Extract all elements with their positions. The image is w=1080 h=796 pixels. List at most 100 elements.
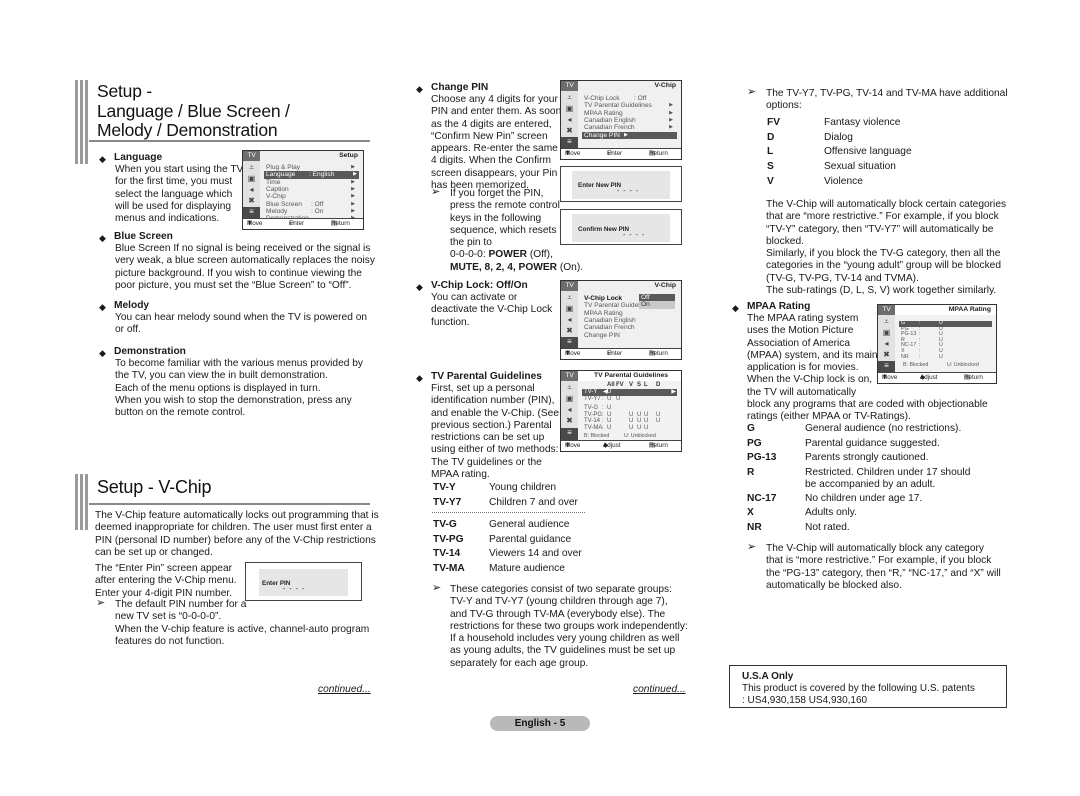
menu-item-canadian-french[interactable]: Canadian French ▶ — [584, 124, 675, 131]
change-pin-text: Choose any 4 digits for your PIN and ent… — [431, 94, 562, 192]
menu-item-caption[interactable]: Caption ▶ — [266, 186, 357, 193]
bullet-heading: V-Chip Lock: Off/On — [431, 280, 528, 291]
picture-icon: ▣ — [565, 304, 574, 313]
legend-unblocked: U: Unblocked — [947, 362, 979, 368]
legend-blocked: B: Blocked — [584, 433, 610, 439]
new-pin-input-dots[interactable]: - - - - — [617, 186, 639, 198]
rating-value[interactable]: U — [939, 354, 943, 361]
rating-cell[interactable]: U — [607, 389, 611, 396]
rating-cell[interactable]: U — [637, 425, 641, 432]
language-text: When you start using the TV for the firs… — [115, 164, 244, 225]
continued-link-left[interactable]: continued... — [318, 684, 371, 696]
option-description: Violence — [824, 175, 863, 187]
guideline-row[interactable]: TV-Y ◀ ▶ U — [582, 389, 677, 396]
title-line: Language / Blue Screen / — [97, 100, 290, 121]
confirm-new-pin-screen: Confirm New PIN - - - - — [560, 209, 682, 245]
tv-tab: TV — [243, 151, 260, 161]
sound-icon: ◂ — [884, 339, 889, 348]
rating-description: Mature audience — [489, 563, 565, 575]
channel-icon: ✖ — [566, 126, 573, 135]
bullet-heading: Language — [114, 152, 163, 163]
default-pin-text: The default PIN number for a new TV set … — [115, 599, 370, 647]
menu-item-change-pin[interactable]: Change PIN — [584, 332, 675, 339]
menu-item-melody[interactable]: Melody: On ▶ — [266, 208, 357, 215]
menu-item-mpaa[interactable]: MPAA Rating ▶ — [584, 110, 675, 117]
usa-notice-title: U.S.A Only — [742, 671, 794, 682]
guidelines-grid: All FV V S L D TV-Y ◀ ▶ U TV-Y7: U U TV-G: U TV-PG: U U U U… — [578, 381, 681, 440]
menu-item-canadian-french[interactable]: Canadian French — [584, 324, 675, 331]
menu-title: TV Parental Guidelines — [594, 372, 669, 379]
bullet-heading: MPAA Rating — [747, 301, 811, 312]
option-code: FV — [767, 117, 781, 128]
separator: : — [602, 396, 604, 402]
title-line: Melody / Demonstration — [97, 120, 278, 140]
menu-item-change-pin[interactable]: Change PIN ▶ — [582, 131, 677, 139]
section-bars-decoration — [75, 474, 89, 530]
rating-code: R — [747, 466, 755, 478]
antenna-icon: ⩡ — [567, 383, 572, 392]
bullet-diamond-icon: ◆ — [416, 282, 423, 292]
confirm-pin-input-dots[interactable]: - - - - — [623, 230, 645, 242]
rating-code: TV-Y7 — [433, 496, 462, 508]
note-arrow-icon: ➢ — [96, 597, 106, 609]
title-line: Setup - — [97, 81, 153, 101]
vchip-lock-dropdown-option-on[interactable]: On — [639, 301, 675, 309]
grid-column-header: FV — [616, 382, 624, 388]
menu-item-time[interactable]: Time ▶ — [266, 179, 357, 186]
menu-item-tv-parental[interactable]: TV Parental Guidelines ▶ — [584, 102, 675, 109]
vchip-lock-dropdown-option-off[interactable]: Off — [639, 294, 675, 302]
rating-label: TV-Y7 — [584, 396, 601, 402]
rating-cell[interactable]: U — [607, 396, 611, 403]
rating-code: TV-MA — [433, 563, 465, 575]
vchip-menu-change-pin-screen: TV ⩡ ▣ ◂ ✖ ≡ V-Chip V-Chip Lock: Off TV … — [560, 80, 682, 160]
enter-pin-screen: Enter PIN - - - - — [245, 562, 362, 601]
channel-icon: ✖ — [566, 416, 573, 425]
menu-item-canadian-english[interactable]: Canadian English — [584, 317, 675, 324]
bullet-diamond-icon: ◆ — [99, 302, 106, 312]
option-description: Dialog — [824, 131, 853, 143]
auto-block-text: The V-Chip will automatically block cert… — [766, 199, 1007, 297]
section-divider — [89, 140, 370, 142]
pin-input-dots[interactable]: - - - - — [283, 584, 305, 596]
section-title: Setup - Language / Blue Screen / Melody … — [97, 81, 290, 141]
menu-item-canadian-english[interactable]: Canadian English ▶ — [584, 117, 675, 124]
adjust-right-icon[interactable]: ▶ — [671, 389, 676, 396]
menu-footer: ⬍ Move ◆ Adjust ▤ Return — [561, 440, 681, 451]
rating-cell[interactable]: U — [644, 425, 648, 432]
menu-item-plug-and-play[interactable]: Plug & Play ▶ — [266, 164, 357, 171]
categories-note-text: These categories consist of two separate… — [450, 584, 688, 669]
option-code: S — [767, 161, 774, 173]
menu-item-blue-screen[interactable]: Blue Screen: Off ▶ — [266, 201, 357, 208]
note-arrow-icon: ➢ — [432, 582, 442, 594]
rating-code: TV-14 — [433, 548, 461, 560]
menu-item-mpaa[interactable]: MPAA Rating — [584, 310, 675, 317]
guideline-row[interactable]: TV-MA: U U U U — [582, 425, 677, 432]
setup-menu-screen: TV ⩡ ▣ ◂ ✖ ≡ Setup Plug & Play ▶ Language… — [242, 150, 364, 230]
legend-unblocked: U: Unblocked — [624, 433, 656, 439]
enter-new-pin-label: Enter New PIN — [578, 182, 622, 189]
ratings-group-divider — [432, 512, 585, 513]
rating-cell[interactable]: U — [607, 425, 611, 432]
mpaa-menu-screen: TV ⩡ ▣ ◂ ✖ ≡ MPAA Rating G: U PG: U PG-13: U R… — [877, 304, 997, 384]
rating-cell[interactable]: U — [616, 396, 620, 403]
guideline-row[interactable]: TV-Y7: U U — [582, 396, 677, 403]
antenna-icon: ⩡ — [567, 93, 572, 102]
option-description: Offensive language — [824, 146, 912, 158]
menu-item-vchip[interactable]: V-Chip ▶ — [266, 193, 357, 200]
section-title: Setup - V-Chip — [97, 477, 212, 497]
additional-options-text: The TV-Y7, TV-PG, TV-14 and TV-MA have a… — [766, 88, 1008, 112]
menu-sidebar: TV ⩡ ▣ ◂ ✖ ≡ — [243, 151, 260, 220]
mpaa-row[interactable]: NR: U — [899, 354, 992, 361]
picture-icon: ▣ — [247, 174, 256, 183]
legend-blocked: B: Blocked — [903, 362, 929, 368]
rating-cell[interactable]: U — [629, 425, 633, 432]
continued-link-middle[interactable]: continued... — [633, 684, 686, 696]
menu-item-vchip-lock[interactable]: V-Chip Lock: Off — [584, 95, 675, 102]
menu-item-language[interactable]: Language: English ▶ — [264, 171, 359, 179]
rating-code: X — [747, 507, 754, 518]
antenna-icon: ⩡ — [884, 317, 889, 326]
vchip-lock-text: You can activate or deactivate the V-Chi… — [431, 292, 553, 328]
grid-column-header: S — [637, 382, 642, 388]
menu-footer: ⬍ Move ↵ Enter ▤ Return — [243, 218, 363, 229]
option-code: D — [767, 131, 775, 143]
